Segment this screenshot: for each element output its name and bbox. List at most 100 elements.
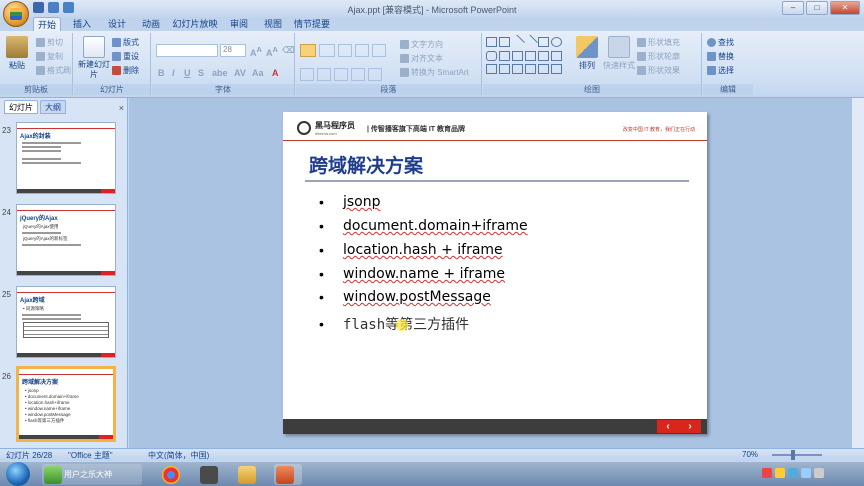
rtriangle-shape-icon[interactable] (512, 50, 523, 61)
zoom-slider[interactable] (772, 454, 822, 456)
rect-shape-icon[interactable] (486, 37, 497, 47)
network-icon[interactable] (801, 468, 811, 478)
vertical-scrollbar[interactable] (851, 98, 864, 448)
align-left-icon[interactable] (300, 68, 314, 81)
slide-thumbnail[interactable]: Ajax跨域 • 同源策略 (16, 286, 116, 358)
slide-canvas[interactable]: 黑马程序员 itheima.com | 传智播客旗下高端 IT 教育品牌 改变中… (283, 112, 707, 434)
reset-button[interactable]: 重设 (112, 51, 139, 62)
bullet-item[interactable]: • jsonp (319, 194, 381, 210)
panel-close-icon[interactable]: × (119, 103, 124, 113)
start-button-icon[interactable] (6, 462, 30, 486)
tab-slides[interactable]: 幻灯片 (4, 100, 38, 114)
slide-title[interactable]: 跨域解决方案 (309, 151, 423, 178)
tray-icon[interactable] (775, 468, 785, 478)
spacing-icon[interactable]: AV (234, 68, 246, 78)
format-painter-button[interactable]: 格式刷 (36, 65, 71, 76)
bullet-item[interactable]: • window.postMessage (319, 289, 491, 305)
arrow-shape-icon[interactable] (523, 34, 538, 50)
text-direction-button[interactable]: 文字方向 (400, 39, 443, 50)
decrease-indent-icon[interactable] (338, 44, 352, 57)
bullet-item[interactable]: • window.name + iframe (319, 266, 505, 282)
textbox-shape-icon[interactable] (499, 37, 510, 47)
tab-slideshow[interactable]: 幻灯片放映 (170, 17, 220, 31)
quick-styles-button[interactable]: 快速样式 (603, 36, 635, 71)
taskbar-item-sublime[interactable] (198, 464, 226, 485)
bullet-item[interactable]: •flash等第三方插件 (319, 314, 469, 334)
shapes-gallery[interactable] (486, 34, 566, 77)
tab-outline[interactable]: 大纲 (40, 100, 66, 114)
minimize-button[interactable]: – (782, 1, 804, 15)
tab-review[interactable]: 审阅 (225, 17, 253, 31)
bullet-item[interactable]: • location.hash + iframe (319, 242, 503, 258)
increase-indent-icon[interactable] (355, 44, 369, 57)
cut-button[interactable]: 剪切 (36, 37, 63, 48)
lbrace-shape-icon[interactable] (538, 64, 549, 75)
align-text-button[interactable]: 对齐文本 (400, 53, 443, 64)
office-button[interactable] (3, 1, 29, 27)
bullet-item[interactable]: • document.domain+iframe (319, 218, 528, 234)
italic-icon[interactable]: I (172, 68, 175, 78)
zoom-slider-handle[interactable] (791, 450, 795, 460)
rounded-rect-shape-icon[interactable] (486, 50, 497, 61)
replace-button[interactable]: 替换 (707, 51, 734, 62)
wave-shape-icon[interactable] (499, 64, 510, 75)
arc-shape-icon[interactable] (486, 64, 497, 75)
prev-arrow-icon[interactable]: ‹ (666, 421, 669, 432)
case-icon[interactable]: Aa (252, 68, 264, 78)
close-button[interactable]: ✕ (830, 1, 860, 15)
taskbar-item-powerpoint[interactable] (274, 464, 302, 485)
triangle-shape-icon[interactable] (499, 50, 510, 61)
numbering-icon[interactable] (319, 44, 335, 57)
bullets-icon[interactable] (300, 44, 316, 57)
grow-font-icon[interactable]: AA (250, 45, 262, 58)
tab-home[interactable]: 开始 (33, 17, 61, 31)
square-shape-icon[interactable] (538, 37, 549, 47)
find-button[interactable]: 查找 (707, 37, 734, 48)
select-button[interactable]: 选择 (707, 65, 734, 76)
paste-button[interactable]: 粘贴 (6, 36, 28, 71)
font-color-icon[interactable]: A (272, 68, 279, 78)
more-shapes-icon[interactable] (551, 50, 562, 61)
shape-fill-button[interactable]: 形状填充 (637, 37, 680, 48)
tab-insert[interactable]: 插入 (68, 17, 96, 31)
align-center-icon[interactable] (317, 68, 331, 81)
curve-shape-icon[interactable] (512, 64, 523, 75)
clear-format-icon[interactable]: ⌫ (282, 45, 295, 56)
rbrace-shape-icon[interactable] (551, 64, 562, 75)
layout-button[interactable]: 版式 (112, 37, 139, 48)
font-name-combo[interactable] (156, 44, 218, 57)
tray-icon[interactable] (762, 468, 772, 478)
clock[interactable] (826, 465, 860, 483)
delete-button[interactable]: 删除 (112, 65, 139, 76)
maximize-button[interactable]: □ (806, 1, 828, 15)
taskbar-item-chrome[interactable] (160, 464, 188, 485)
shape-outline-button[interactable]: 形状轮廓 (637, 51, 680, 62)
bold-icon[interactable]: B (158, 68, 165, 78)
taskbar-item-explorer[interactable] (236, 464, 264, 485)
tab-animation[interactable]: 动画 (137, 17, 165, 31)
taskbar-item-app1[interactable]: 用户之乐大神 (42, 464, 142, 485)
volume-icon[interactable] (814, 468, 824, 478)
star-shape-icon[interactable] (525, 64, 536, 75)
tab-design[interactable]: 设计 (103, 17, 131, 31)
font-size-combo[interactable]: 28 (220, 44, 246, 57)
slide-thumbnail-selected[interactable]: 跨域解决方案 • jsonp • document.domain+iframe … (16, 366, 116, 442)
align-right-icon[interactable] (334, 68, 348, 81)
shadow-icon[interactable]: abe (212, 68, 228, 78)
justify-icon[interactable] (351, 68, 365, 81)
tray-icon[interactable] (788, 468, 798, 478)
copy-button[interactable]: 复制 (36, 51, 63, 62)
columns-icon[interactable] (368, 68, 382, 81)
slide-thumbnail[interactable]: Ajax的封装 (16, 122, 116, 194)
elbow-shape-icon[interactable] (525, 50, 536, 61)
shrink-font-icon[interactable]: AA (266, 45, 278, 58)
strikethrough-icon[interactable]: S (198, 68, 204, 78)
arrange-button[interactable]: 排列 (575, 36, 599, 71)
oval-shape-icon[interactable] (551, 37, 562, 47)
shape-effects-button[interactable]: 形状效果 (637, 65, 680, 76)
next-arrow-icon[interactable]: › (688, 421, 691, 432)
new-slide-button[interactable]: 新建幻灯片 (78, 36, 110, 80)
tab-storyboard[interactable]: 情节提要 (292, 17, 332, 31)
slide-thumbnail[interactable]: jQuery的Ajax jQuery的Ajax使用 jQuery的Ajax的新标… (16, 204, 116, 276)
line-spacing-icon[interactable] (372, 44, 386, 57)
